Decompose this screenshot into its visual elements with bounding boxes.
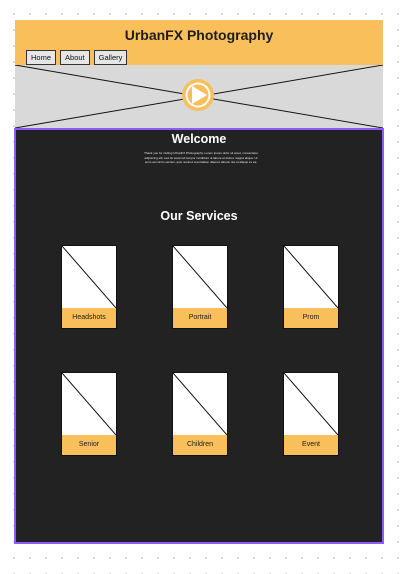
- nav-gallery-button[interactable]: Gallery: [93, 50, 128, 65]
- service-card-senior[interactable]: Senior: [61, 372, 117, 456]
- service-label: Prom: [284, 308, 338, 328]
- image-placeholder-icon: [62, 373, 116, 435]
- image-placeholder-icon: [284, 246, 338, 308]
- nav-bar: Home About Gallery: [26, 50, 128, 65]
- hero-video-placeholder[interactable]: [15, 65, 383, 128]
- service-card-headshots[interactable]: Headshots: [61, 245, 117, 329]
- service-card-event[interactable]: Event: [283, 372, 339, 456]
- image-placeholder-icon: [284, 373, 338, 435]
- intro-text: Thank you for visiting UrbanFX Photograp…: [144, 151, 258, 165]
- nav-about-button[interactable]: About: [60, 50, 90, 65]
- image-placeholder-icon: [173, 373, 227, 435]
- welcome-title: Welcome: [171, 132, 227, 146]
- service-label: Event: [284, 435, 338, 455]
- service-label: Portrait: [173, 308, 227, 328]
- service-card-portrait[interactable]: Portrait: [172, 245, 228, 329]
- site-header: UrbanFX Photography Home About Gallery: [15, 20, 383, 65]
- services-title: Our Services: [160, 209, 238, 223]
- play-icon[interactable]: [15, 65, 383, 128]
- service-label: Children: [173, 435, 227, 455]
- main-content: Welcome Thank you for visiting UrbanFX P…: [14, 128, 384, 544]
- service-label: Headshots: [62, 308, 116, 328]
- service-card-prom[interactable]: Prom: [283, 245, 339, 329]
- nav-home-button[interactable]: Home: [26, 50, 57, 65]
- image-placeholder-icon: [173, 246, 227, 308]
- service-label: Senior: [62, 435, 116, 455]
- image-placeholder-icon: [62, 246, 116, 308]
- site-title: UrbanFX Photography: [124, 27, 274, 43]
- service-card-children[interactable]: Children: [172, 372, 228, 456]
